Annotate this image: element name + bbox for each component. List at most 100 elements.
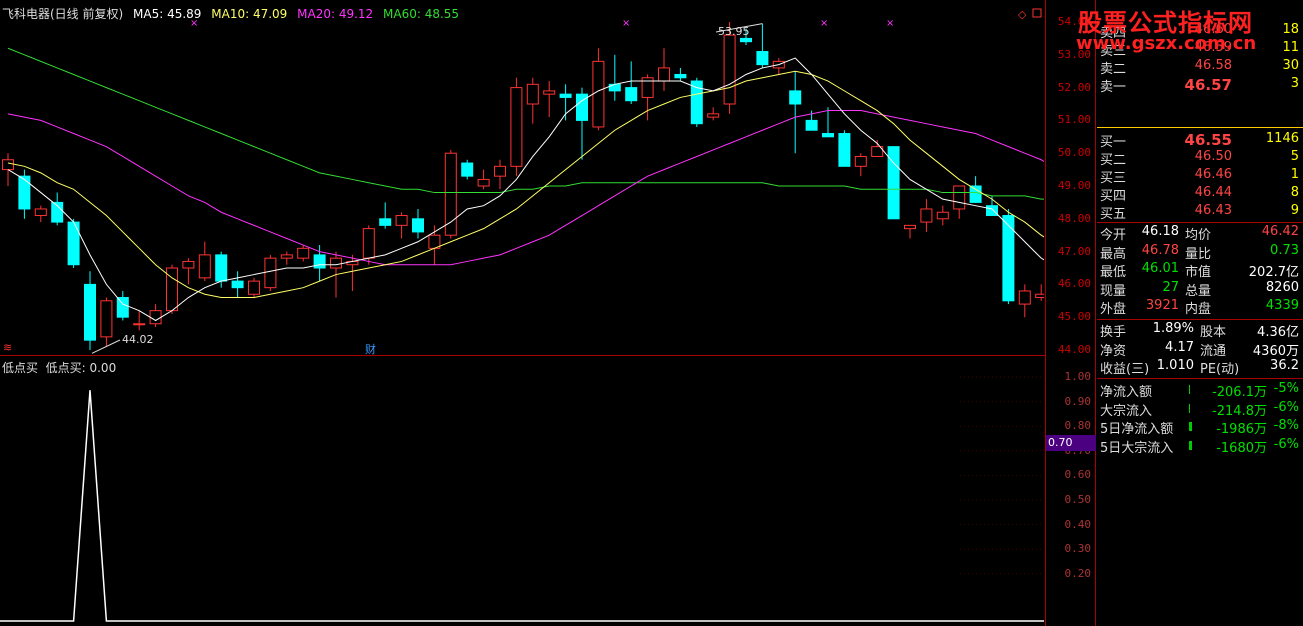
candle-body bbox=[231, 280, 244, 289]
stat-label: 均价 bbox=[1185, 228, 1212, 243]
indicator-tick: 0.50 bbox=[1064, 493, 1092, 506]
flow-label: 净流入额 bbox=[1100, 385, 1153, 400]
candle-body bbox=[248, 280, 260, 295]
candle-body bbox=[723, 34, 736, 105]
candle-body bbox=[395, 215, 408, 226]
flow-pct: -6% bbox=[1273, 436, 1299, 452]
candle bbox=[756, 23, 769, 68]
event-marker: × bbox=[820, 18, 828, 29]
event-marker: × bbox=[886, 18, 894, 29]
candle-body bbox=[18, 175, 31, 210]
candle bbox=[772, 58, 785, 75]
candle-body bbox=[838, 133, 851, 167]
flow-bar bbox=[1189, 385, 1190, 394]
candle-body bbox=[444, 152, 457, 236]
candlestick-chart[interactable]: × × × × ◇ bbox=[0, 0, 1044, 354]
buy-row: 买一 46.55 1146 bbox=[1097, 131, 1303, 150]
buy-price: 46.55 bbox=[1184, 131, 1232, 149]
price-tick: 45.00 bbox=[1057, 310, 1091, 324]
candle-body bbox=[149, 310, 162, 325]
indicator-tick: 0.40 bbox=[1064, 517, 1092, 531]
stat-row: 净资 4.17 流通 4360万 bbox=[1097, 340, 1303, 359]
flow-value: -1986万 bbox=[1216, 422, 1267, 438]
buy-qty: 1146 bbox=[1265, 131, 1299, 146]
stat-label: 现量 bbox=[1100, 283, 1127, 299]
stat-row: 最低 46.01 市值 202.7亿 bbox=[1097, 261, 1303, 281]
stat-value: 202.7亿 bbox=[1248, 265, 1299, 281]
candle-body bbox=[84, 283, 96, 341]
stat-value: 46.01 bbox=[1141, 261, 1179, 277]
stat-value: 46.78 bbox=[1141, 242, 1179, 258]
stat-value: 0.73 bbox=[1270, 242, 1299, 258]
price-tick: 50.00 bbox=[1057, 146, 1091, 160]
buy-row: 买二 46.50 5 bbox=[1097, 149, 1303, 168]
buy-qty: 8 bbox=[1290, 185, 1299, 200]
stat-row: 收益(三) 1.010 PE(动) 36.2 bbox=[1097, 358, 1303, 377]
stat-label: 换手 bbox=[1100, 325, 1127, 340]
finance-marker[interactable]: 财 bbox=[365, 341, 376, 357]
candle bbox=[608, 54, 621, 101]
stat-row: 今开 46.18 均价 46.42 bbox=[1097, 224, 1303, 243]
candle-body bbox=[526, 83, 539, 105]
sell-qty: 18 bbox=[1282, 22, 1299, 37]
sell-qty: 3 bbox=[1290, 76, 1299, 91]
candle-body bbox=[412, 218, 424, 233]
candle bbox=[231, 271, 244, 298]
candle bbox=[395, 212, 408, 239]
candle bbox=[707, 107, 720, 121]
watermark-url: www.gszx.com.cn bbox=[1076, 33, 1257, 54]
candle bbox=[412, 208, 424, 239]
sell-label: 卖二 bbox=[1100, 62, 1127, 77]
candle-body bbox=[822, 133, 834, 138]
candle-body bbox=[477, 178, 490, 187]
candle-body bbox=[608, 83, 621, 92]
indicator-chart[interactable] bbox=[0, 356, 1044, 626]
flow-pct: -8% bbox=[1273, 418, 1299, 434]
candle-body bbox=[1035, 293, 1044, 299]
candle bbox=[854, 153, 867, 177]
candle-body bbox=[133, 323, 146, 326]
candle-body bbox=[986, 205, 998, 217]
candle-body bbox=[936, 211, 949, 220]
price-tick: 52.00 bbox=[1057, 80, 1091, 94]
indicator-panel[interactable]: 低点买 低点买: 0.00 bbox=[0, 356, 1046, 626]
buy-price: 46.46 bbox=[1194, 167, 1232, 182]
candle-body bbox=[116, 297, 129, 318]
candle bbox=[789, 71, 802, 154]
buy-row: 买四 46.44 8 bbox=[1097, 185, 1303, 204]
candle bbox=[182, 258, 195, 285]
divider bbox=[1097, 222, 1303, 223]
candle-body bbox=[756, 51, 769, 66]
candle bbox=[248, 277, 260, 298]
candle bbox=[264, 254, 277, 291]
candle-body bbox=[658, 67, 670, 82]
price-tick: 46.00 bbox=[1057, 277, 1091, 291]
flow-value: -1680万 bbox=[1216, 440, 1267, 456]
event-marker: × bbox=[622, 18, 630, 29]
candle-body bbox=[510, 87, 523, 167]
sell-label: 卖一 bbox=[1100, 80, 1127, 95]
candle-body bbox=[625, 87, 638, 102]
stat-value: 46.42 bbox=[1261, 224, 1299, 239]
flow-pct: -5% bbox=[1273, 381, 1299, 396]
low-annotation: 44.02 bbox=[122, 333, 154, 346]
stat-row: 换手 1.89% 股本 4.36亿 bbox=[1097, 321, 1303, 340]
candle bbox=[625, 61, 638, 104]
candle-body bbox=[789, 90, 802, 105]
flow-row: 大宗流入 -214.8万 -6% bbox=[1097, 400, 1303, 419]
candle-body bbox=[280, 254, 293, 259]
price-chart-panel[interactable]: 飞科电器(日线 前复权) MA5: 45.89 MA10: 47.09 MA20… bbox=[0, 0, 1046, 356]
indicator-tick: 0.90 bbox=[1064, 394, 1092, 408]
candle-body bbox=[461, 162, 474, 177]
stat-value: 4.36亿 bbox=[1257, 325, 1299, 340]
candle bbox=[428, 225, 441, 265]
candle bbox=[280, 251, 293, 265]
stat-value: 46.18 bbox=[1141, 224, 1179, 239]
stat-label: 今开 bbox=[1100, 228, 1127, 243]
stat-label: 总量 bbox=[1185, 283, 1212, 299]
candle-body bbox=[740, 37, 752, 43]
indicator-cursor-label: 0.70 bbox=[1046, 435, 1096, 451]
dividend-marker[interactable]: ≋ bbox=[3, 341, 12, 354]
candle-body bbox=[215, 254, 228, 282]
spread-divider bbox=[1097, 127, 1303, 128]
